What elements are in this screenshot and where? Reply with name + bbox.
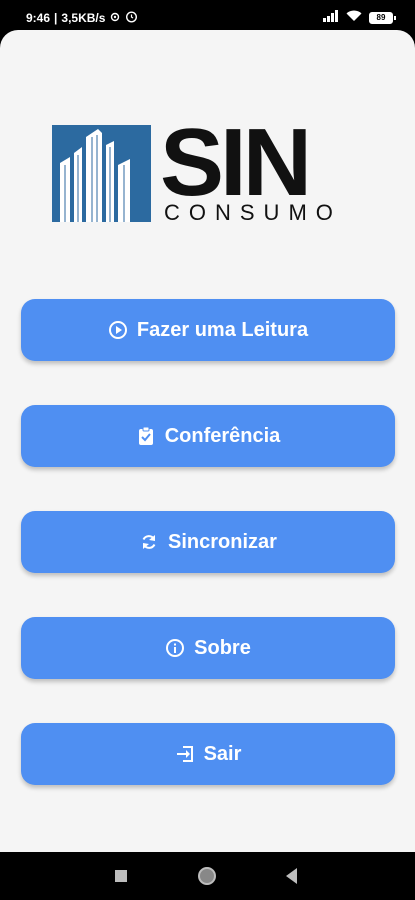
status-time: 9:46 — [26, 11, 51, 25]
sync-icon — [139, 532, 159, 552]
signal-icon — [323, 9, 339, 27]
network-speed: 3,5KB/s — [61, 11, 106, 25]
logo-title: SIN — [160, 109, 312, 216]
status-separator: | — [54, 11, 58, 25]
clipboard-check-icon — [136, 426, 156, 446]
menu-button-label: Sobre — [194, 636, 251, 659]
menu-button-sobre[interactable]: Sobre — [21, 617, 395, 679]
settings-icon — [109, 11, 121, 26]
app-logo: SIN CONSUMO — [52, 115, 364, 255]
navigation-bar — [0, 852, 415, 900]
info-icon — [165, 638, 185, 658]
status-bar: 9:46 | 3,5KB/s 89 — [0, 0, 415, 34]
logout-icon — [175, 744, 195, 764]
menu-button-sair[interactable]: Sair — [21, 723, 395, 785]
play-circle-icon — [108, 320, 128, 340]
menu-button-label: Sair — [203, 742, 242, 765]
wifi-icon — [346, 9, 362, 27]
menu-button-sincronizar[interactable]: Sincronizar — [21, 511, 395, 573]
logo-buildings-icon — [52, 125, 151, 222]
menu-button-label: Sincronizar — [168, 530, 277, 553]
home-icon[interactable] — [198, 867, 216, 885]
status-right: 89 — [323, 9, 396, 27]
menu-button-fazer-leitura[interactable]: Fazer uma Leitura — [21, 299, 395, 361]
main-screen: SIN CONSUMO Fazer uma Leitura Conferênci… — [0, 30, 415, 852]
menu-button-label: Conferência — [164, 424, 281, 447]
menu-button-label: Fazer uma Leitura — [136, 318, 309, 341]
battery-icon: 89 — [369, 12, 396, 24]
recent-apps-icon[interactable] — [115, 870, 127, 882]
menu-button-conferencia[interactable]: Conferência — [21, 405, 395, 467]
logo-subtitle: CONSUMO — [164, 200, 342, 225]
back-icon[interactable] — [286, 868, 297, 884]
status-left: 9:46 | 3,5KB/s — [26, 10, 138, 26]
alarm-icon — [125, 10, 138, 26]
